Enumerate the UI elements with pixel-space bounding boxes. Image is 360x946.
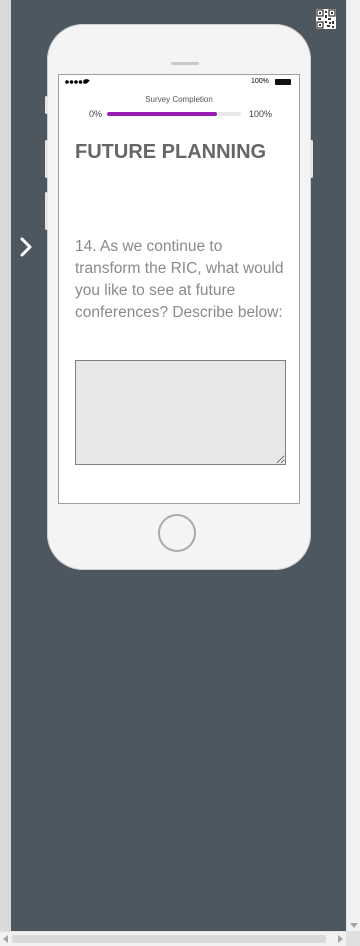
horizontal-scrollbar[interactable] bbox=[0, 931, 346, 946]
home-button[interactable] bbox=[158, 514, 196, 552]
scroll-right-arrow-icon[interactable] bbox=[338, 935, 343, 943]
progress-bar bbox=[107, 112, 241, 116]
phone-volume-up-button bbox=[45, 140, 48, 178]
question-text: 14. As we continue to transform the RIC,… bbox=[75, 238, 284, 321]
battery-icon bbox=[275, 79, 291, 85]
vertical-scrollbar[interactable] bbox=[346, 0, 360, 931]
phone-power-button bbox=[310, 140, 313, 178]
scrollbar-corner bbox=[346, 931, 360, 946]
phone-volume-down-button bbox=[45, 192, 48, 230]
progress-label: Survey Completion bbox=[145, 95, 213, 104]
chevron-right-icon[interactable] bbox=[16, 236, 36, 258]
section-title: FUTURE PLANNING bbox=[75, 141, 267, 163]
progress-bar-fill bbox=[107, 112, 217, 116]
phone-side-button bbox=[45, 96, 48, 114]
answer-textarea[interactable] bbox=[75, 360, 286, 465]
battery-percent: 100% bbox=[251, 78, 269, 85]
phone-screen: 100% Survey Completion 0% 100% FUTURE PL… bbox=[58, 74, 300, 504]
signal-wifi-icon bbox=[65, 79, 90, 84]
scroll-down-arrow-icon[interactable] bbox=[350, 923, 358, 928]
scroll-left-arrow-icon[interactable] bbox=[3, 935, 8, 943]
progress-start-label: 0% bbox=[89, 109, 103, 119]
progress-end-label: 100% bbox=[249, 109, 273, 119]
qr-code-icon[interactable] bbox=[316, 9, 336, 29]
left-edge-strip bbox=[0, 0, 11, 936]
status-bar: 100% bbox=[59, 75, 299, 89]
phone-speaker bbox=[171, 62, 199, 65]
horizontal-scroll-thumb[interactable] bbox=[12, 935, 326, 943]
